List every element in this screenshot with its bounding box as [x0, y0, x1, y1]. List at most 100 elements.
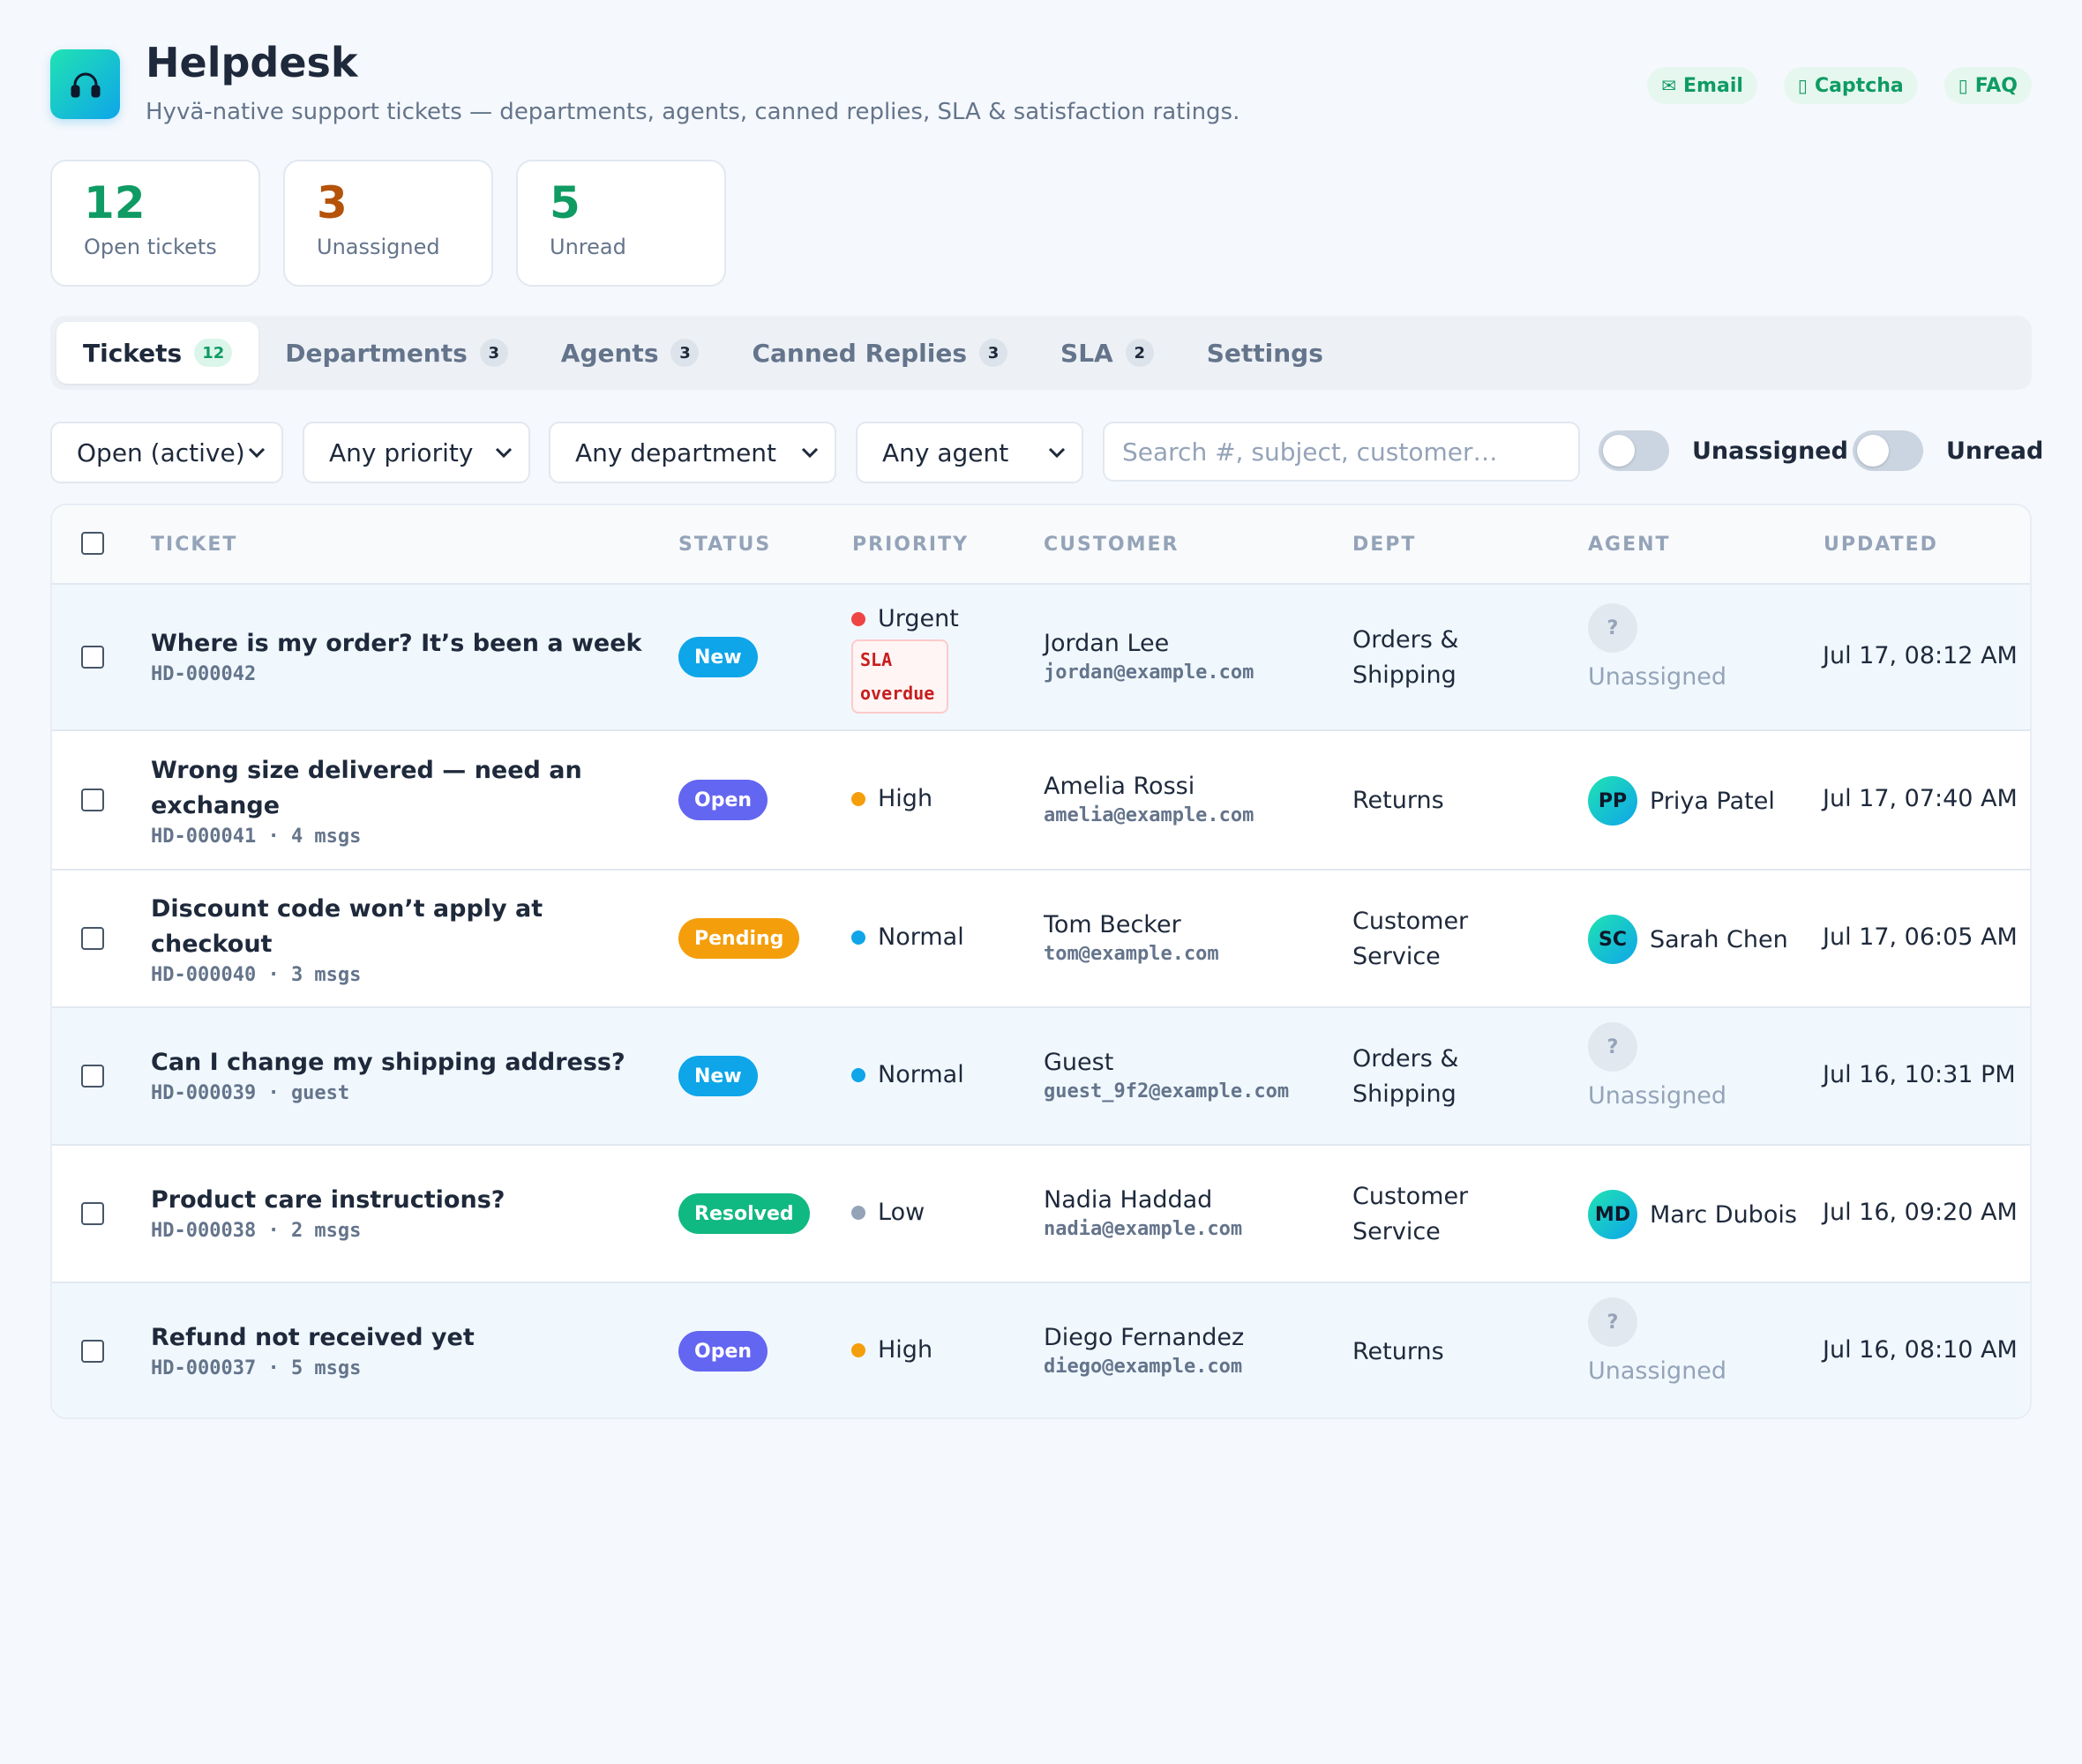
ticket-subject[interactable]: Wrong size delivered — need an exchange — [151, 753, 645, 824]
customer-email: tom@example.com — [1044, 943, 1219, 965]
column-header-ticket[interactable]: TICKET — [151, 534, 237, 556]
app-title: Helpdesk — [146, 39, 358, 86]
stat-open-tickets: 12 Open tickets — [50, 160, 260, 287]
ticket-subject[interactable]: Where is my order? It’s been a week — [151, 626, 645, 662]
row-checkbox[interactable] — [81, 1340, 104, 1363]
priority-indicator: Urgent — [851, 605, 959, 632]
tab-departments[interactable]: Departments 3 — [258, 322, 535, 384]
updated-cell: Jul 17, 06:05 AM — [1823, 923, 2018, 951]
table-row[interactable]: Wrong size delivered — need an exchange … — [52, 731, 2030, 871]
ticket-subject[interactable]: Can I change my shipping address? — [151, 1045, 645, 1080]
priority-cell: Urgent SLA overdue — [851, 605, 959, 714]
agent-filter-select[interactable]: Any agent — [856, 422, 1083, 483]
updated-timestamp: Jul 17, 07:40 AM — [1823, 785, 2018, 812]
status-badge: New — [678, 637, 758, 677]
column-header-status[interactable]: STATUS — [678, 534, 771, 556]
table-row[interactable]: Product care instructions? HD-000038 · 2… — [52, 1146, 2030, 1283]
updated-timestamp: Jul 17, 06:05 AM — [1823, 923, 2018, 951]
tab-sla[interactable]: SLA 2 — [1034, 322, 1180, 384]
avatar: MD — [1588, 1190, 1637, 1239]
unassigned-toggle-label: Unassigned — [1692, 437, 1848, 465]
row-checkbox[interactable] — [81, 1202, 104, 1225]
tab-canned-replies[interactable]: Canned Replies 3 — [725, 322, 1034, 384]
status-filter-select[interactable]: Open (active) — [50, 422, 283, 483]
page-header: Helpdesk Hyvä-native support tickets — d… — [50, 35, 2032, 132]
captcha-settings-link[interactable]: ▯ Captcha — [1783, 67, 1918, 104]
customer-cell: Jordan Lee jordan@example.com — [1044, 626, 1254, 684]
select-value: Open (active) — [77, 437, 245, 467]
priority-label: Urgent — [878, 605, 959, 632]
tab-agents[interactable]: Agents 3 — [535, 322, 726, 384]
tab-count-badge: 2 — [1125, 339, 1154, 367]
avatar: ? — [1588, 1022, 1637, 1072]
chevron-down-icon — [248, 447, 266, 458]
department-filter-select[interactable]: Any department — [549, 422, 836, 483]
customer-cell: Diego Fernandez diego@example.com — [1044, 1320, 1244, 1378]
faq-link[interactable]: ▯ FAQ — [1943, 67, 2032, 104]
unassigned-toggle[interactable] — [1599, 430, 1669, 471]
column-header-priority[interactable]: PRIORITY — [852, 534, 969, 556]
ticket-cell[interactable]: Can I change my shipping address? HD-000… — [151, 1045, 645, 1104]
dept-cell: Customer Service — [1352, 1179, 1485, 1250]
customer-email: guest_9f2@example.com — [1044, 1080, 1290, 1102]
agent-name: Unassigned — [1588, 1357, 1727, 1385]
avatar: SC — [1588, 915, 1637, 964]
status-cell: Open — [678, 780, 768, 820]
priority-indicator: High — [851, 785, 932, 812]
customer-name: Tom Becker — [1044, 911, 1181, 938]
tab-count-badge: 3 — [979, 339, 1008, 367]
table-row[interactable]: Discount code won’t apply at checkout HD… — [52, 871, 2030, 1008]
status-cell: New — [678, 637, 758, 677]
priority-label: Low — [878, 1199, 925, 1226]
ticket-cell[interactable]: Wrong size delivered — need an exchange … — [151, 753, 645, 848]
customer-cell: Nadia Haddad nadia@example.com — [1044, 1183, 1242, 1240]
ticket-subject[interactable]: Product care instructions? — [151, 1183, 645, 1218]
chevron-down-icon — [1048, 447, 1066, 458]
ticket-meta: HD-000038 · 2 msgs — [151, 1220, 362, 1242]
row-checkbox[interactable] — [81, 789, 104, 811]
stat-unread: 5 Unread — [516, 160, 726, 287]
priority-label: High — [878, 785, 933, 812]
ticket-cell[interactable]: Product care instructions? HD-000038 · 2… — [151, 1183, 645, 1242]
email-settings-link[interactable]: ✉ Email — [1647, 67, 1757, 104]
status-badge: Open — [678, 1331, 768, 1372]
unread-toggle[interactable] — [1853, 430, 1923, 471]
search-input[interactable] — [1103, 422, 1580, 482]
updated-timestamp: Jul 17, 08:12 AM — [1823, 642, 2018, 669]
select-all-checkbox[interactable] — [81, 532, 104, 555]
toggle-knob — [1857, 435, 1889, 467]
priority-filter-select[interactable]: Any priority — [303, 422, 530, 483]
captcha-label: Captcha — [1814, 74, 1904, 97]
table-row[interactable]: Can I change my shipping address? HD-000… — [52, 1008, 2030, 1146]
envelope-icon: ✉ — [1661, 75, 1677, 96]
updated-timestamp: Jul 16, 10:31 PM — [1823, 1061, 2016, 1088]
column-header-updated[interactable]: UPDATED — [1824, 534, 1938, 556]
ticket-cell[interactable]: Where is my order? It’s been a week HD-0… — [151, 626, 645, 685]
tab-tickets[interactable]: Tickets 12 — [56, 322, 259, 384]
tab-settings[interactable]: Settings — [1180, 322, 1350, 384]
tickets-table: TICKET STATUS PRIORITY CUSTOMER DEPT AGE… — [50, 504, 2032, 1419]
row-checkbox[interactable] — [81, 1065, 104, 1088]
row-checkbox[interactable] — [81, 927, 104, 950]
table-row[interactable]: Where is my order? It’s been a week HD-0… — [52, 585, 2030, 731]
ticket-cell[interactable]: Discount code won’t apply at checkout HD… — [151, 892, 645, 986]
ticket-subject[interactable]: Refund not received yet — [151, 1320, 645, 1356]
column-header-dept[interactable]: DEPT — [1352, 534, 1416, 556]
customer-name: Amelia Rossi — [1044, 773, 1195, 800]
agent-name: Priya Patel — [1650, 787, 1775, 815]
agent-name: Unassigned — [1588, 663, 1727, 691]
filter-bar: Open (active) Any priority Any departmen… — [50, 422, 2043, 483]
ticket-cell[interactable]: Refund not received yet HD-000037 · 5 ms… — [151, 1320, 645, 1379]
row-checkbox[interactable] — [81, 646, 104, 669]
table-row[interactable]: Refund not received yet HD-000037 · 5 ms… — [52, 1283, 2030, 1417]
updated-cell: Jul 17, 08:12 AM — [1823, 642, 2018, 669]
customer-cell: Guest guest_9f2@example.com — [1044, 1045, 1289, 1102]
tab-label: Tickets — [83, 338, 183, 368]
email-label: Email — [1683, 74, 1743, 97]
column-header-agent[interactable]: AGENT — [1588, 534, 1671, 556]
column-header-customer[interactable]: CUSTOMER — [1044, 534, 1179, 556]
chevron-down-icon — [495, 447, 513, 458]
stat-value: 3 — [317, 177, 348, 228]
select-value: Any department — [575, 437, 777, 467]
ticket-subject[interactable]: Discount code won’t apply at checkout — [151, 892, 645, 962]
